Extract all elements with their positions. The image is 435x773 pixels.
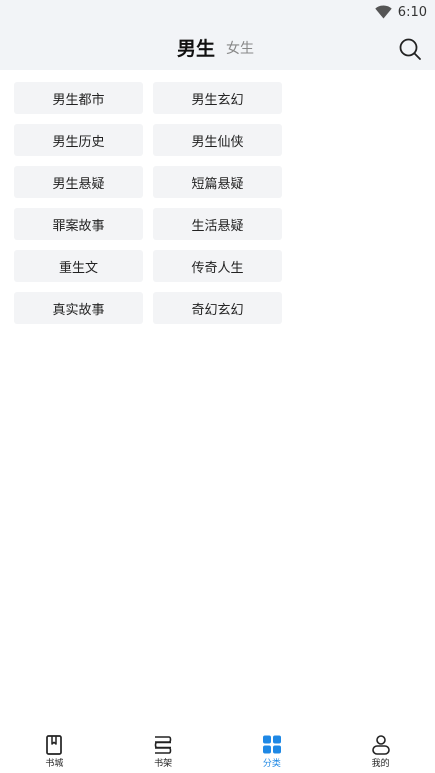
top-header: 男生 女生 (0, 24, 435, 70)
category-tag[interactable]: 短篇悬疑 (153, 166, 282, 198)
category-tag[interactable]: 男生悬疑 (14, 166, 143, 198)
category-grid: 男生都市 男生玄幻 男生历史 男生仙侠 男生悬疑 短篇悬疑 罪案故事 生活悬疑 … (14, 82, 282, 324)
nav-bookstore[interactable]: 书城 (0, 729, 109, 773)
category-tag[interactable]: 男生历史 (14, 124, 143, 156)
nav-category[interactable]: 分类 (218, 729, 327, 773)
nav-label-category: 分类 (262, 759, 281, 769)
bookmark-book-icon (46, 735, 63, 755)
category-tag[interactable]: 罪案故事 (14, 208, 143, 240)
status-time: 6:10 (397, 4, 427, 20)
category-tag[interactable]: 传奇人生 (153, 250, 282, 282)
nav-bookshelf[interactable]: 书架 (109, 729, 218, 773)
status-right: 6:10 (375, 3, 427, 21)
tab-female[interactable]: 女生 (226, 38, 254, 58)
nav-label-bookstore: 书城 (45, 759, 64, 769)
wifi-icon (375, 5, 392, 19)
person-icon (371, 735, 390, 755)
nav-label-bookshelf: 书架 (154, 759, 173, 769)
category-tag[interactable]: 男生都市 (14, 82, 143, 114)
search-icon[interactable] (398, 37, 422, 61)
category-tag[interactable]: 男生玄幻 (153, 82, 282, 114)
nav-mine[interactable]: 我的 (326, 729, 435, 773)
category-tag[interactable]: 真实故事 (14, 292, 143, 324)
status-bar: 6:10 (0, 0, 435, 24)
grid-icon (262, 735, 281, 754)
nav-label-mine: 我的 (371, 759, 390, 769)
category-tag[interactable]: 奇幻玄幻 (153, 292, 282, 324)
bottom-nav: 书城 书架 分类 我的 (0, 729, 435, 773)
tab-male[interactable]: 男生 (177, 34, 215, 61)
category-tag[interactable]: 重生文 (14, 250, 143, 282)
category-tag[interactable]: 生活悬疑 (153, 208, 282, 240)
bookshelf-icon (154, 736, 172, 754)
category-tag[interactable]: 男生仙侠 (153, 124, 282, 156)
